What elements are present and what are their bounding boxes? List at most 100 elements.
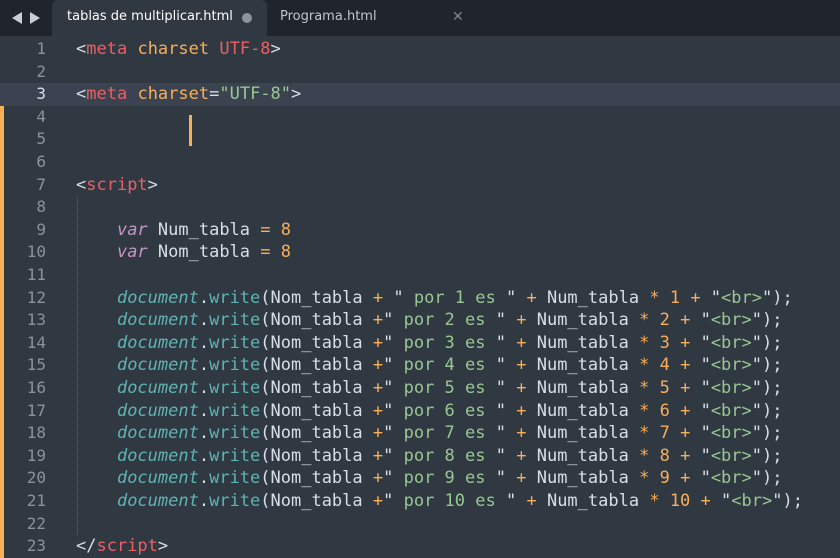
code-token: = <box>209 84 220 105</box>
code-line[interactable]: 1 <meta charset UTF-8> <box>0 38 840 61</box>
tab-tablas-de-multiplicar[interactable]: tablas de multiplicar.html <box>52 0 267 36</box>
code-token: document <box>116 468 199 489</box>
code-token: (Nom_tabla <box>260 423 373 444</box>
line-number: 12 <box>26 287 46 307</box>
code-token: + <box>700 491 711 511</box>
unsaved-dot-icon[interactable] <box>242 13 252 23</box>
code-token: < <box>76 84 87 105</box>
code-token: * <box>639 332 650 353</box>
code-token: . <box>198 468 210 489</box>
code-token: por 9 es <box>393 468 496 489</box>
code-token: . <box>198 400 210 421</box>
code-line[interactable]: 9 var Num_tabla = 8 <box>0 218 840 242</box>
code-line[interactable]: 11 <box>0 264 840 287</box>
code-token: 8 <box>280 219 292 240</box>
code-token: " <box>383 423 394 444</box>
code-token: . <box>198 287 210 308</box>
code-line[interactable]: 12 document.write(Nom_tabla + " por 1 es… <box>0 286 840 310</box>
code-line[interactable]: 2 <box>0 61 840 84</box>
line-number: 7 <box>36 174 46 194</box>
code-text: document.write(Nom_tabla +" por 3 es " +… <box>76 332 783 355</box>
code-line[interactable]: 3 <meta charset="UTF-8"> <box>0 83 840 106</box>
code-line[interactable]: 23 </script> <box>0 535 840 558</box>
code-line[interactable]: 18 document.write(Nom_tabla +" por 7 es … <box>0 422 840 445</box>
code-token: * <box>639 310 650 331</box>
code-line[interactable]: 7 <script> <box>0 173 840 197</box>
code-line[interactable]: 15 document.write(Nom_tabla +" por 4 es … <box>0 354 840 377</box>
code-line[interactable]: 8 <box>0 196 840 219</box>
line-number: 15 <box>26 355 46 375</box>
code-token: " <box>383 287 404 308</box>
code-token: + <box>372 355 384 376</box>
code-token: + <box>372 378 384 398</box>
code-token: Num_tabla <box>526 355 640 376</box>
code-token: + <box>680 423 691 444</box>
line-number: 16 <box>26 378 46 397</box>
code-line[interactable]: 21 document.write(Nom_tabla +" por 10 es… <box>0 490 840 513</box>
code-token: + <box>516 423 527 444</box>
code-token: <br> <box>710 355 752 376</box>
tab-navigation <box>0 0 52 36</box>
right-arrow-icon[interactable] <box>30 12 40 24</box>
code-line[interactable]: 19 document.write(Nom_tabla +" por 8 es … <box>0 444 840 468</box>
code-token: 10 <box>669 491 691 511</box>
code-token: "); <box>751 400 783 421</box>
line-number: 1 <box>36 39 46 58</box>
code-token: write <box>209 423 261 444</box>
code-token: "); <box>751 468 783 489</box>
code-token: por 7 es <box>393 423 496 444</box>
tab-programa[interactable]: Programa.html ✕ <box>270 0 475 36</box>
code-line[interactable]: 5 <box>0 128 840 151</box>
code-text: document.write(Nom_tabla + " por 1 es " … <box>76 287 793 310</box>
code-token: 9 <box>659 468 670 489</box>
code-token: + <box>372 400 384 421</box>
code-token: <br> <box>731 491 773 511</box>
code-line[interactable]: 6 <box>0 151 840 174</box>
code-token: + <box>516 468 527 489</box>
code-line[interactable]: 10 var Nom_tabla = 8 <box>0 241 840 264</box>
line-number: 6 <box>36 152 46 171</box>
code-token: 3 <box>659 332 670 353</box>
code-line[interactable]: 16 document.write(Nom_tabla +" por 5 es … <box>0 377 840 400</box>
code-line[interactable]: 14 document.write(Nom_tabla +" por 3 es … <box>0 331 840 355</box>
code-token: * <box>639 355 650 376</box>
left-arrow-icon[interactable] <box>12 12 22 24</box>
code-line[interactable]: 20 document.write(Nom_tabla +" por 9 es … <box>0 467 840 490</box>
code-text: document.write(Nom_tabla +" por 5 es " +… <box>76 377 783 400</box>
code-text: document.write(Nom_tabla +" por 6 es " +… <box>76 400 783 423</box>
code-token: script <box>86 174 148 195</box>
code-line[interactable]: 4 <box>0 105 840 129</box>
code-token: "); <box>751 378 783 398</box>
code-line[interactable]: 17 document.write(Nom_tabla +" por 6 es … <box>0 399 840 423</box>
close-icon[interactable]: ✕ <box>452 9 464 25</box>
line-number: 5 <box>36 129 46 149</box>
code-token: 7 <box>659 423 670 444</box>
code-token: " <box>495 445 506 466</box>
code-token: por 1 es <box>403 287 506 308</box>
code-token: por 10 es <box>393 491 506 511</box>
code-token: <br> <box>721 287 762 308</box>
code-line[interactable]: 22 <box>0 512 840 536</box>
code-token: + <box>516 400 527 421</box>
code-token: write <box>209 287 261 308</box>
code-token: document <box>116 332 199 353</box>
code-editor[interactable]: 1 <meta charset UTF-8> 2 3 <meta charset="UT… <box>0 36 840 558</box>
code-line[interactable]: 13 document.write(Nom_tabla +" por 2 es … <box>0 309 840 332</box>
code-token: < <box>76 39 87 59</box>
code-token: * <box>649 491 660 511</box>
